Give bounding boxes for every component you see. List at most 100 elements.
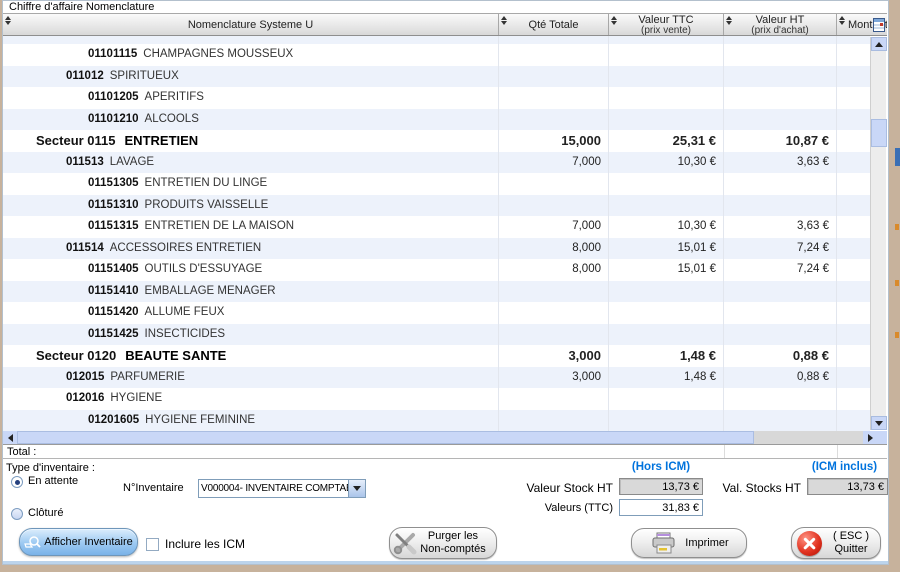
val-stocks-ht-label: Val. Stocks HT bbox=[663, 481, 801, 495]
hors-icm-caption: (Hors ICM) bbox=[611, 461, 711, 473]
quitter-button[interactable]: ( ESC ) Quitter bbox=[791, 527, 881, 559]
table-row[interactable]: 01101205APERITIFS bbox=[3, 87, 870, 109]
row-nomenclature-cell: 01201605HYGIENE FEMININE bbox=[3, 410, 499, 432]
row-ttc-cell bbox=[609, 44, 724, 66]
chevron-down-icon[interactable] bbox=[348, 480, 365, 497]
row-montant-cell bbox=[837, 324, 870, 346]
table-row[interactable]: 01151310PRODUITS VAISSELLE bbox=[3, 195, 870, 217]
row-montant-cell bbox=[837, 109, 870, 131]
row-nomenclature-cell: 01151405OUTILS D'ESSUYAGE bbox=[3, 259, 499, 281]
column-header-valeur-ttc[interactable]: Valeur TTC (prix vente) bbox=[609, 14, 724, 35]
row-qty-cell bbox=[499, 388, 609, 410]
row-ttc-cell bbox=[609, 302, 724, 324]
row-montant-cell bbox=[837, 195, 870, 217]
row-montant-cell bbox=[837, 44, 870, 66]
row-qty-cell: 7,000 bbox=[499, 152, 609, 174]
inclure-icm-label[interactable]: Inclure les ICM bbox=[165, 537, 245, 551]
table-row[interactable]: 011012SPIRITUEUX bbox=[3, 66, 870, 88]
valeur-stock-ht-label: Valeur Stock HT bbox=[383, 481, 613, 495]
row-qty-cell bbox=[499, 173, 609, 195]
scroll-right-button[interactable] bbox=[863, 431, 877, 444]
table-row[interactable]: 012016HYGIENE bbox=[3, 388, 870, 410]
table-row[interactable]: 01151420ALLUME FEUX bbox=[3, 302, 870, 324]
imprimer-label: Imprimer bbox=[685, 537, 728, 549]
row-montant-cell bbox=[837, 367, 870, 389]
radio-en-attente-label[interactable]: En attente bbox=[28, 475, 78, 487]
scroll-up-button[interactable] bbox=[871, 37, 887, 51]
close-icon bbox=[797, 531, 822, 556]
row-qty-cell bbox=[499, 87, 609, 109]
afficher-inventaire-button[interactable]: Afficher Inventaire bbox=[19, 528, 138, 556]
table-row[interactable]: 01151405OUTILS D'ESSUYAGE 8,000 15,01 € … bbox=[3, 259, 870, 281]
horizontal-scroll-thumb[interactable] bbox=[17, 431, 754, 444]
column-header-montant[interactable]: Montant bbox=[837, 14, 887, 35]
footer-panel: Type d'inventaire : En attente Clôturé N… bbox=[3, 459, 888, 564]
table-row[interactable]: 01101110VINS AOC bbox=[3, 36, 870, 44]
column-header-qte-totale[interactable]: Qté Totale bbox=[499, 14, 609, 35]
table-row[interactable]: 01101115CHAMPAGNES MOUSSEUX bbox=[3, 44, 870, 66]
row-ttc-cell: 1,48 € bbox=[609, 367, 724, 389]
inclure-icm-checkbox[interactable] bbox=[146, 538, 159, 551]
row-ht-cell bbox=[724, 66, 837, 88]
imprimer-button[interactable]: Imprimer bbox=[631, 528, 747, 558]
row-nomenclature-cell: 01151425INSECTICIDES bbox=[3, 324, 499, 346]
valeurs-ttc-input[interactable] bbox=[619, 499, 703, 516]
table-row[interactable]: 01151305ENTRETIEN DU LINGE bbox=[3, 173, 870, 195]
column-chooser-icon[interactable] bbox=[873, 18, 885, 35]
vertical-scroll-thumb[interactable] bbox=[871, 119, 887, 147]
row-montant-cell bbox=[837, 410, 870, 432]
row-nomenclature-cell: 01151420ALLUME FEUX bbox=[3, 302, 499, 324]
row-qty-cell: 8,000 bbox=[499, 238, 609, 260]
table-row[interactable]: 01151315ENTRETIEN DE LA MAISON 7,000 10,… bbox=[3, 216, 870, 238]
sort-icon bbox=[839, 16, 846, 25]
row-ttc-cell: 10,30 € bbox=[609, 216, 724, 238]
column-header-valeur-ht[interactable]: Valeur HT (prix d'achat) bbox=[724, 14, 837, 35]
table-row[interactable]: Secteur 0115ENTRETIEN 15,000 25,31 € 10,… bbox=[3, 130, 870, 152]
table-row[interactable]: Secteur 0120BEAUTE SANTE 3,000 1,48 € 0,… bbox=[3, 345, 870, 367]
table-row[interactable]: 01151410EMBALLAGE MENAGER bbox=[3, 281, 870, 303]
horizontal-scrollbar[interactable] bbox=[3, 431, 887, 444]
scroll-left-button[interactable] bbox=[3, 431, 17, 444]
inventory-select[interactable]: V000004- INVENTAIRE COMPTABLE bbox=[198, 479, 366, 498]
table-row[interactable]: 01101210ALCOOLS bbox=[3, 109, 870, 131]
row-qty-cell: 3,000 bbox=[499, 367, 609, 389]
radio-cloture[interactable] bbox=[11, 508, 23, 520]
row-montant-cell bbox=[837, 388, 870, 410]
page-title: Chiffre d'affaire Nomenclature bbox=[6, 1, 157, 13]
radio-cloture-label[interactable]: Clôturé bbox=[28, 507, 63, 519]
row-qty-cell: 15,000 bbox=[499, 130, 609, 152]
purger-non-comptes-button[interactable]: Purger les Non-comptés bbox=[389, 527, 497, 559]
sort-icon bbox=[5, 16, 12, 25]
scroll-down-button[interactable] bbox=[871, 416, 887, 430]
row-ht-cell bbox=[724, 388, 837, 410]
row-qty-cell bbox=[499, 281, 609, 303]
row-ht-cell bbox=[724, 36, 837, 44]
table-row[interactable]: 01201605HYGIENE FEMININE bbox=[3, 410, 870, 432]
column-header-sublabel: (prix d'achat) bbox=[751, 26, 809, 36]
table-row[interactable]: 01151425INSECTICIDES bbox=[3, 324, 870, 346]
row-ttc-cell bbox=[609, 36, 724, 44]
column-separator bbox=[837, 445, 838, 458]
row-montant-cell bbox=[837, 302, 870, 324]
printer-icon bbox=[649, 532, 677, 554]
vertical-scrollbar[interactable] bbox=[870, 37, 886, 430]
radio-en-attente[interactable] bbox=[11, 476, 23, 488]
column-header-label: Qté Totale bbox=[529, 19, 579, 31]
total-row: Total : bbox=[3, 444, 887, 459]
row-qty-cell: 7,000 bbox=[499, 216, 609, 238]
row-ht-cell: 7,24 € bbox=[724, 238, 837, 260]
row-nomenclature-cell: 01101110VINS AOC bbox=[3, 36, 499, 44]
row-nomenclature-cell: 012016HYGIENE bbox=[3, 388, 499, 410]
column-header-nomenclature[interactable]: Nomenclature Systeme U bbox=[3, 14, 499, 35]
row-nomenclature-cell: 011513LAVAGE bbox=[3, 152, 499, 174]
table-row[interactable]: 011514ACCESSOIRES ENTRETIEN 8,000 15,01 … bbox=[3, 238, 870, 260]
val-stocks-ht-field: 13,73 € bbox=[807, 478, 888, 495]
table-row[interactable]: 012015PARFUMERIE 3,000 1,48 € 0,88 € bbox=[3, 367, 870, 389]
tools-icon bbox=[392, 530, 418, 556]
row-montant-cell bbox=[837, 66, 870, 88]
magnifier-icon bbox=[24, 535, 41, 550]
row-nomenclature-cell: 01151310PRODUITS VAISSELLE bbox=[3, 195, 499, 217]
table-row[interactable]: 011513LAVAGE 7,000 10,30 € 3,63 € bbox=[3, 152, 870, 174]
sort-icon bbox=[501, 16, 508, 25]
type-inventaire-label: Type d'inventaire : bbox=[6, 462, 95, 474]
